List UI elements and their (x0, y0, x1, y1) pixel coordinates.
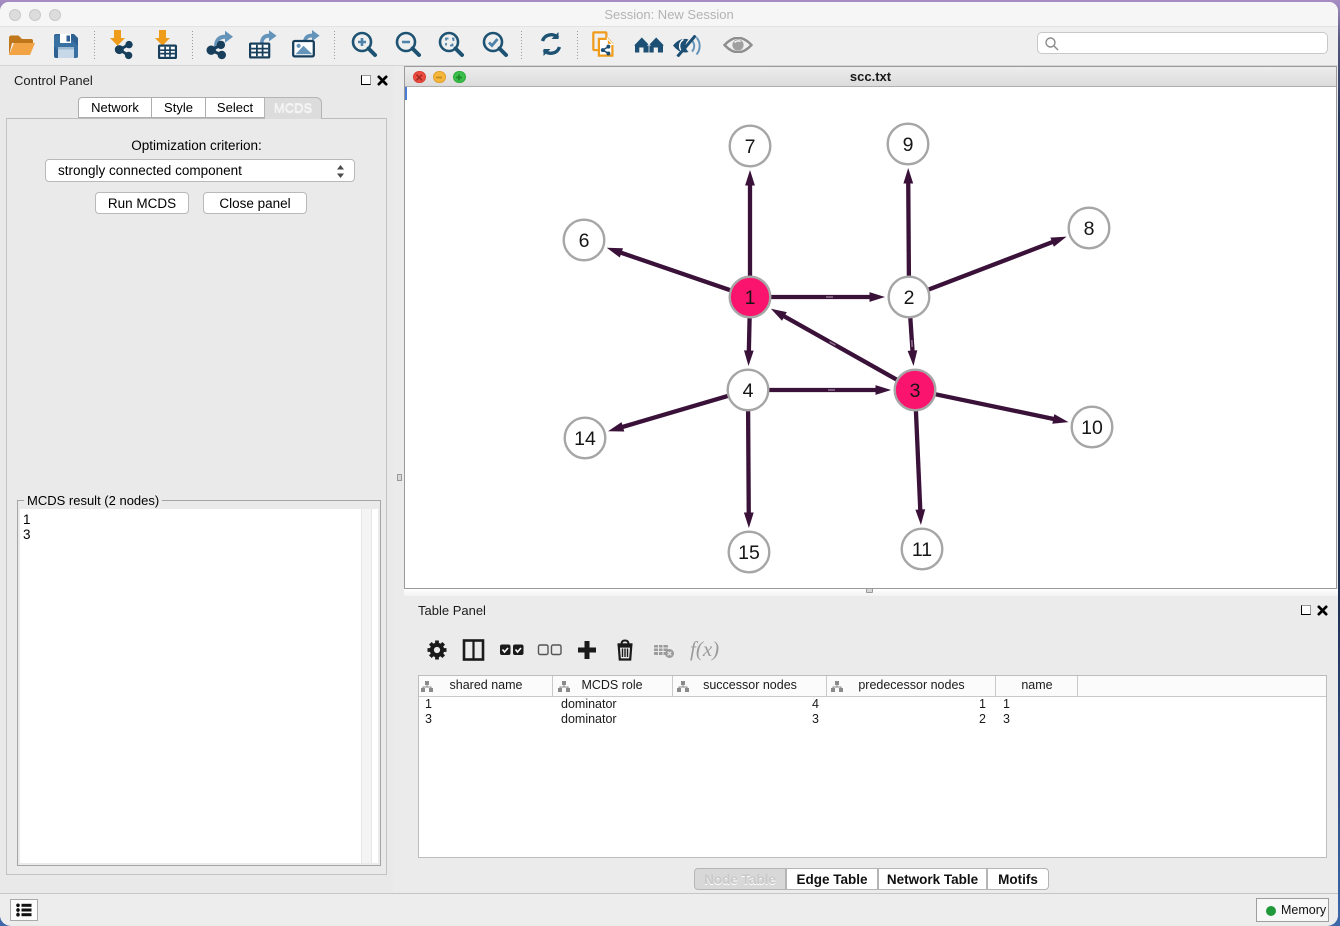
svg-text:6: 6 (579, 230, 590, 252)
svg-text:11: 11 (912, 539, 932, 561)
svg-text:14: 14 (574, 428, 596, 450)
svg-text:1: 1 (745, 287, 756, 309)
svg-text:15: 15 (738, 542, 760, 564)
svg-text:2: 2 (904, 287, 915, 309)
svg-text:4: 4 (743, 380, 754, 402)
svg-text:3: 3 (910, 380, 921, 402)
svg-text:8: 8 (1084, 218, 1095, 240)
svg-text:10: 10 (1081, 417, 1103, 439)
svg-text:f(x): f(x) (690, 638, 719, 661)
svg-text:9: 9 (903, 134, 914, 156)
svg-text:7: 7 (745, 136, 756, 158)
